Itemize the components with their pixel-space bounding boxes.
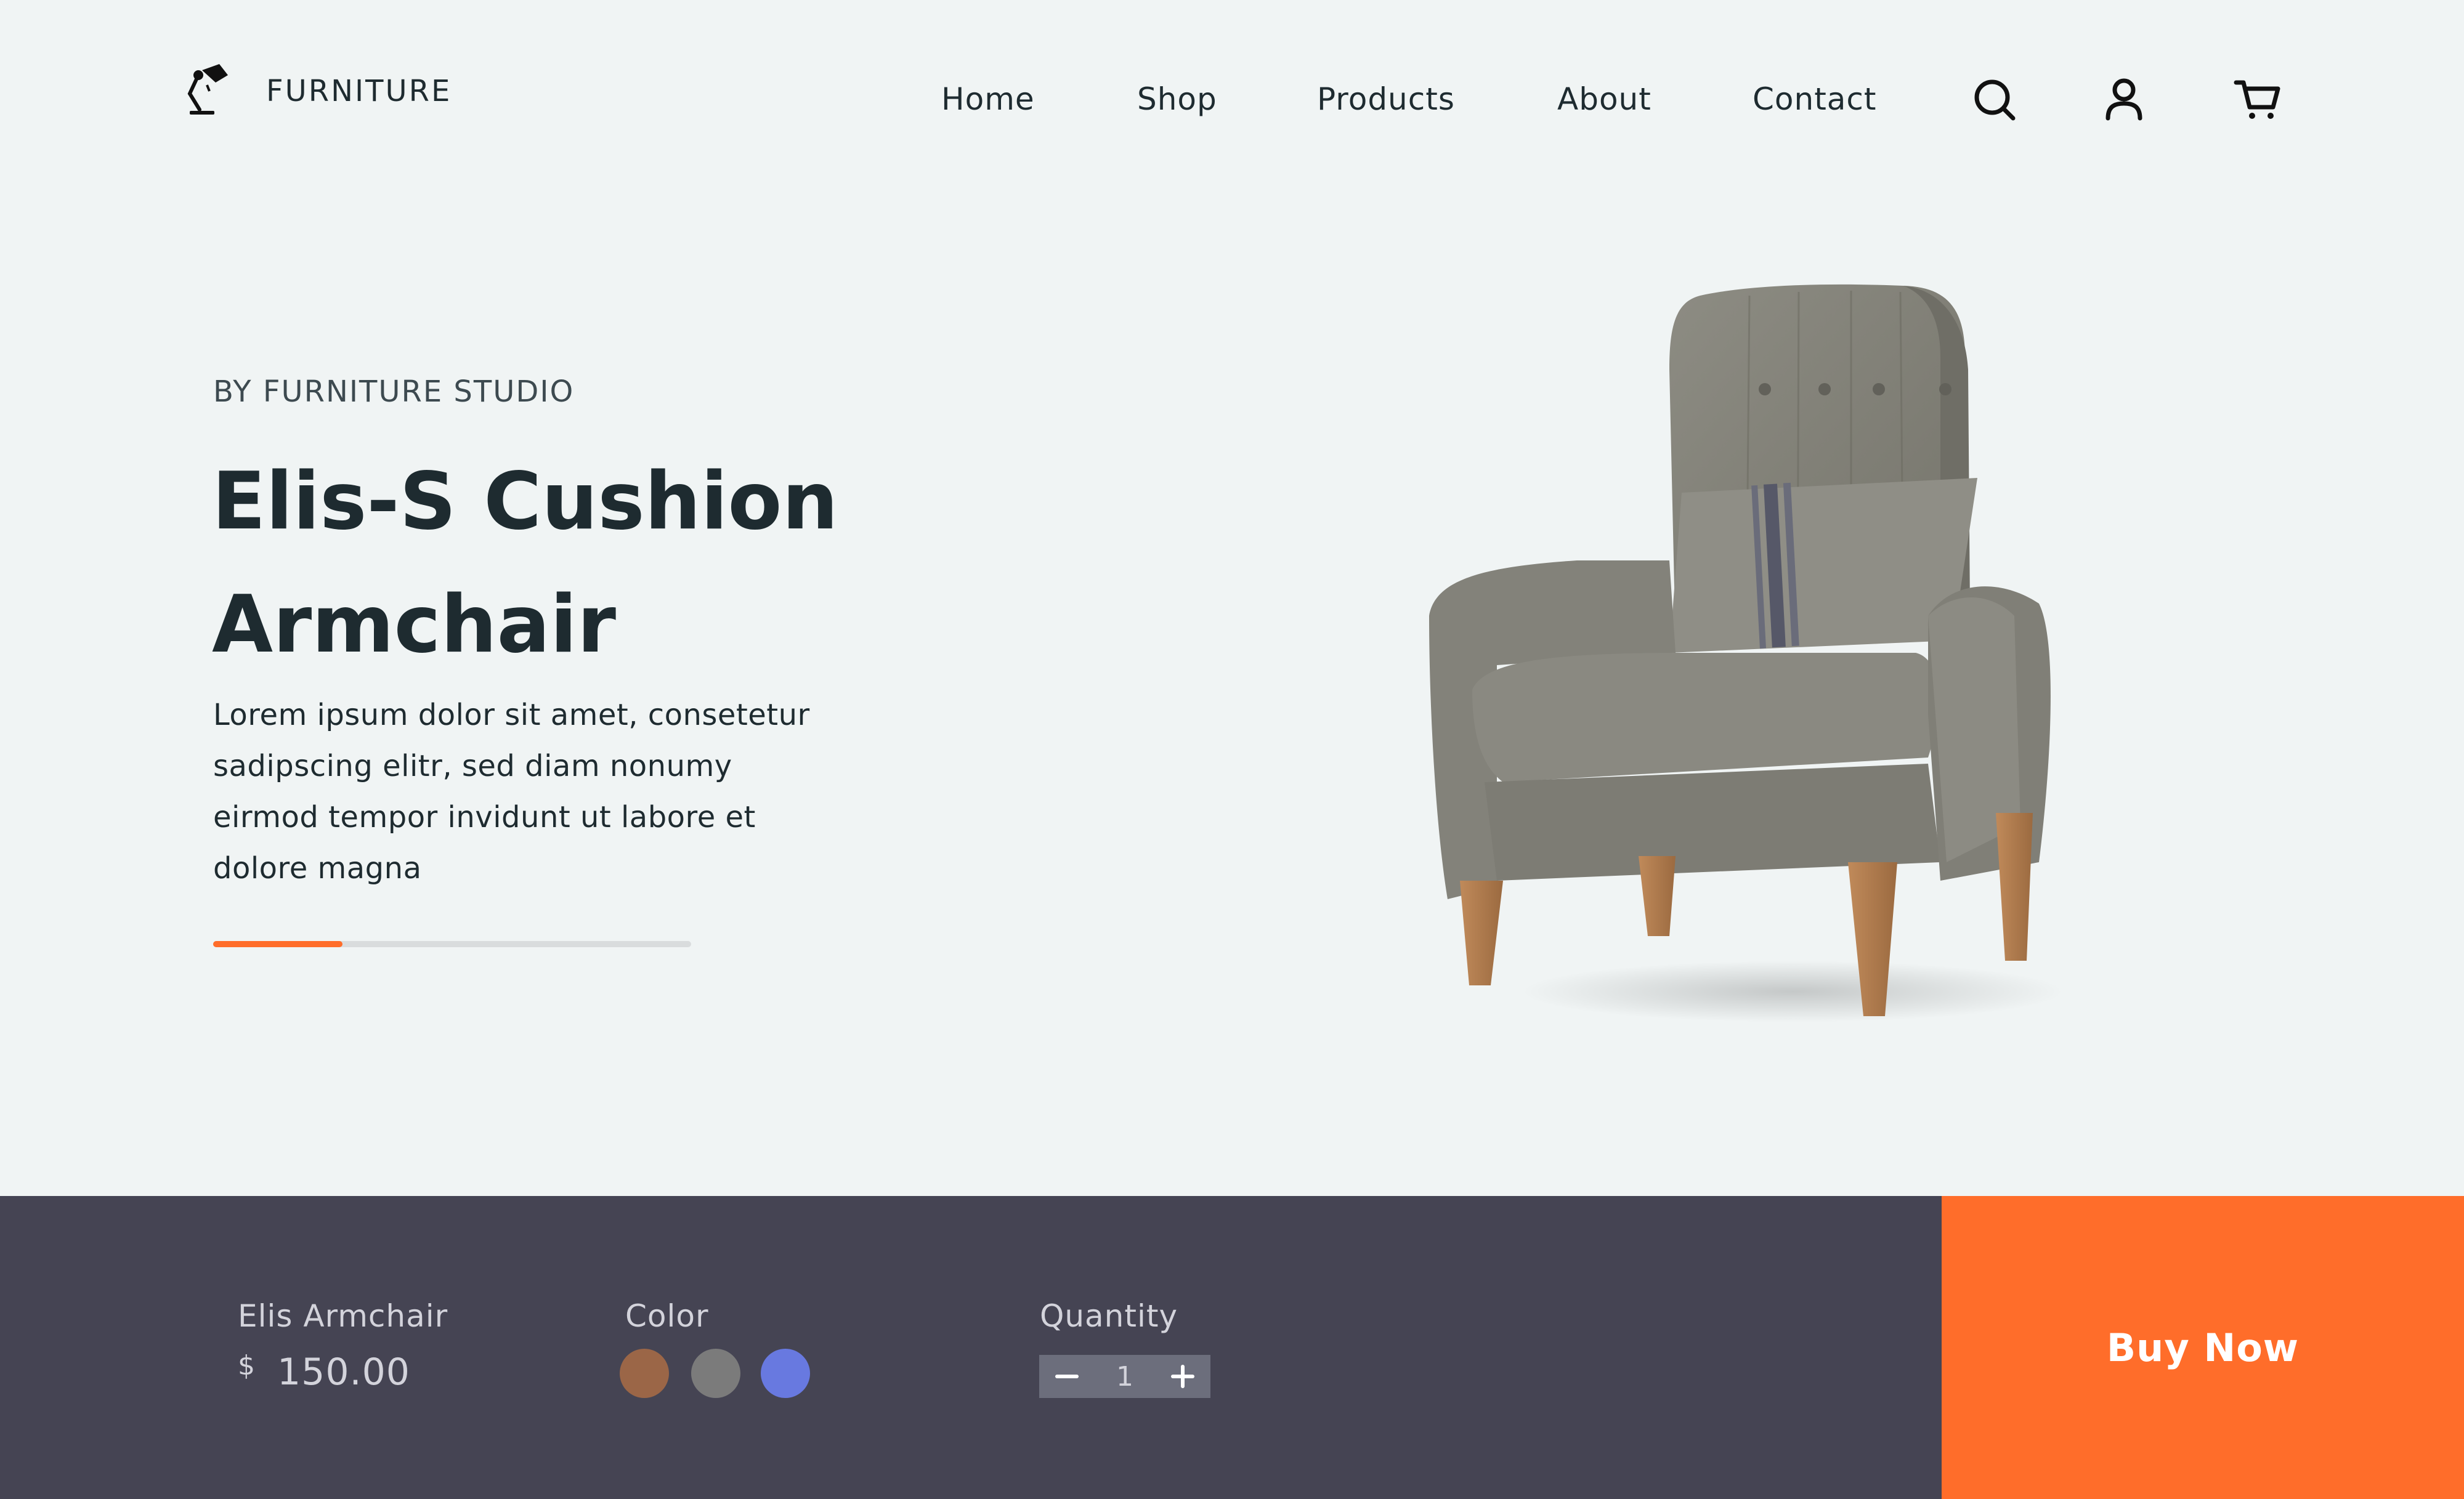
nav-shop[interactable]: Shop	[1137, 81, 1217, 117]
hero-title-line-1: Elis-S Cushion	[212, 456, 838, 547]
increase-quantity-button[interactable]	[1155, 1355, 1210, 1398]
page: FURNITURE Home Shop Products About Conta…	[0, 0, 2464, 1499]
hero-title: Elis-S Cushion Armchair	[212, 440, 890, 687]
product-bar	[0, 1196, 1942, 1499]
quantity-stepper: 1	[1039, 1355, 1210, 1398]
slide-progress-fill	[213, 941, 342, 947]
product-price: 150.00	[277, 1351, 410, 1394]
nav-products[interactable]: Products	[1317, 81, 1455, 117]
nav-about[interactable]: About	[1557, 81, 1651, 117]
buy-now-label: Buy Now	[2106, 1325, 2300, 1370]
buy-now-button[interactable]: Buy Now	[1942, 1196, 2464, 1499]
hero-description: Lorem ipsum dolor sit amet, consetetur s…	[213, 698, 810, 886]
product-name: Elis Armchair	[238, 1298, 448, 1334]
nav-home[interactable]: Home	[941, 81, 1035, 117]
nav-contact[interactable]: Contact	[1753, 81, 1877, 117]
cart-icon[interactable]	[2234, 75, 2283, 124]
color-label: Color	[625, 1298, 709, 1334]
color-swatch-gray[interactable]	[691, 1349, 740, 1398]
decrease-quantity-button[interactable]	[1039, 1355, 1095, 1398]
color-swatch-blue[interactable]	[761, 1349, 810, 1398]
search-icon[interactable]	[1970, 75, 2019, 124]
quantity-value[interactable]: 1	[1095, 1361, 1155, 1392]
slide-progress-bar	[213, 941, 691, 947]
color-swatch-brown[interactable]	[620, 1349, 669, 1398]
hero-eyebrow: BY FURNITURE STUDIO	[213, 374, 575, 409]
hero-title-line-2: Armchair	[212, 579, 616, 671]
brand-name: FURNITURE	[266, 74, 452, 108]
desk-lamp-icon	[184, 62, 235, 121]
minus-icon	[1055, 1375, 1079, 1378]
armchair-image	[1429, 284, 2064, 1022]
currency-symbol: $	[238, 1350, 255, 1381]
user-icon[interactable]	[2099, 75, 2149, 124]
brand-logo[interactable]: FURNITURE	[184, 62, 452, 121]
plus-icon	[1171, 1365, 1194, 1388]
quantity-label: Quantity	[1040, 1298, 1178, 1334]
